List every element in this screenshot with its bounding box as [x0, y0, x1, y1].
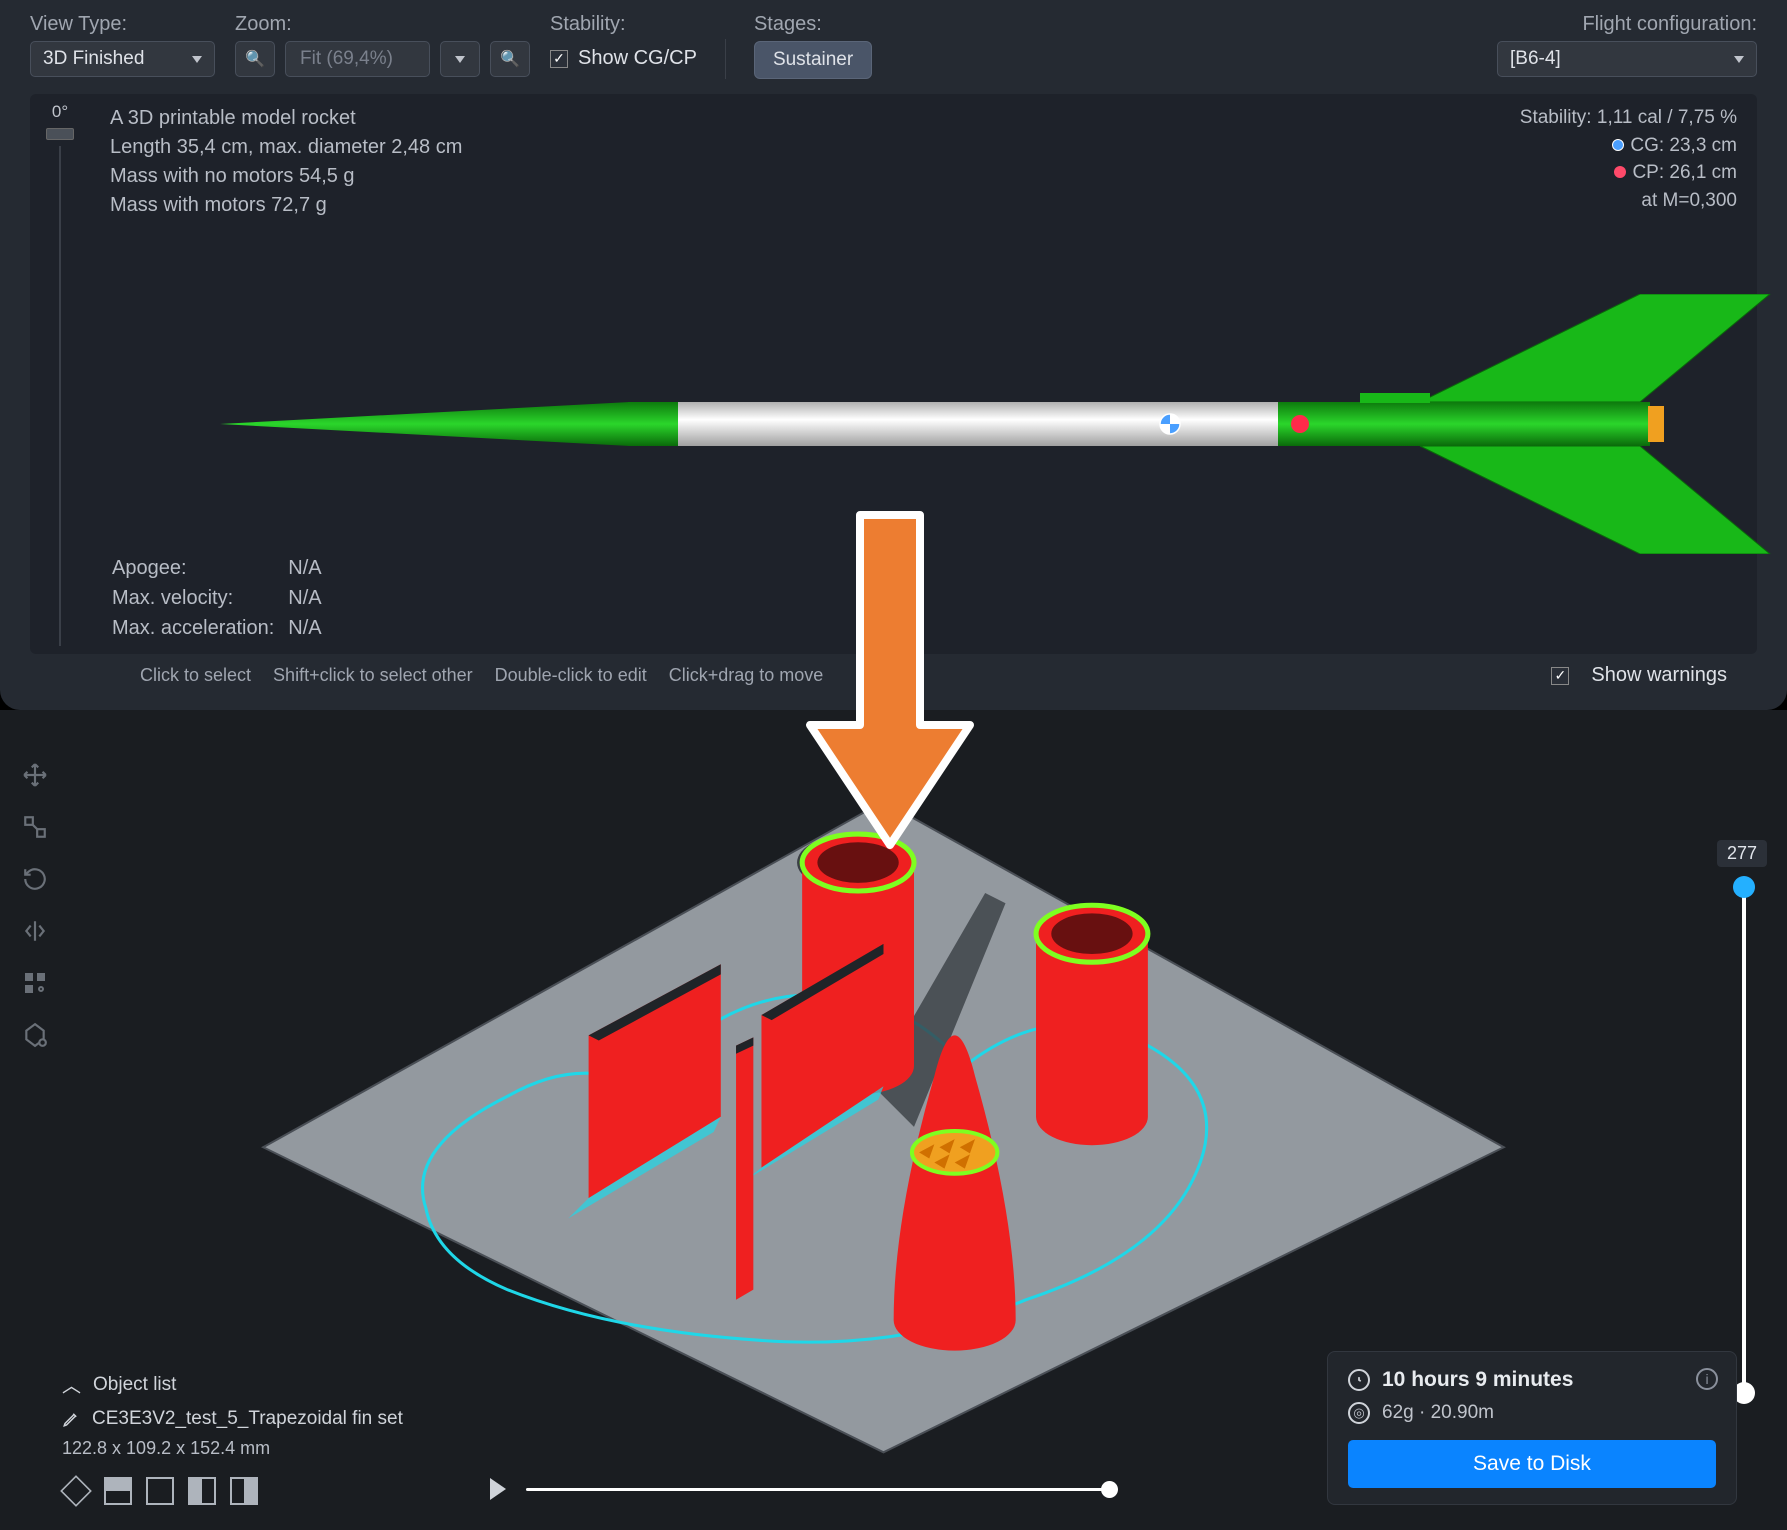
chevron-down-icon — [192, 56, 202, 63]
angle-slider[interactable]: 0° — [30, 94, 90, 654]
scale-tool-icon[interactable] — [20, 812, 50, 842]
mirror-tool-icon[interactable] — [20, 916, 50, 946]
play-button[interactable] — [490, 1478, 506, 1500]
toolbar: View Type: 3D Finished Zoom: 🔍 Fit (69,4… — [30, 8, 1757, 94]
layer-value: 277 — [1717, 840, 1767, 867]
timeline — [490, 1478, 1110, 1500]
clock-icon — [1348, 1369, 1370, 1391]
cg-marker-icon — [1612, 139, 1624, 151]
save-to-disk-button[interactable]: Save to Disk — [1348, 1440, 1716, 1488]
object-dimensions: 122.8 x 109.2 x 152.4 mm — [62, 1438, 403, 1459]
show-cgcp-label: Show CG/CP — [578, 47, 697, 70]
flight-config-dropdown[interactable]: [B6-4] — [1497, 41, 1757, 77]
zoom-dropdown-button[interactable] — [440, 41, 480, 77]
stability-info: Stability: 1,11 cal / 7,75 % CG: 23,3 cm… — [1520, 104, 1737, 214]
angle-thumb[interactable] — [46, 128, 74, 140]
hint-click: Click to select — [140, 665, 251, 686]
move-tool-icon[interactable] — [20, 760, 50, 790]
estimate-panel: i 10 hours 9 minutes ◎ 62g · 20.90m Save… — [1327, 1351, 1737, 1505]
show-warnings-label: Show warnings — [1591, 664, 1727, 687]
timeline-track[interactable] — [526, 1488, 1110, 1491]
pencil-icon — [62, 1410, 80, 1428]
view-front-icon[interactable] — [104, 1477, 132, 1505]
view-iso-icon[interactable] — [60, 1475, 92, 1507]
show-cgcp-checkbox[interactable]: ✓ — [550, 50, 568, 68]
chevron-up-icon: ︿ — [62, 1371, 81, 1398]
print-time: 10 hours 9 minutes — [1382, 1368, 1573, 1392]
view-top-icon[interactable] — [146, 1477, 174, 1505]
timeline-thumb[interactable] — [1101, 1481, 1118, 1498]
zoom-in-button[interactable]: 🔍 — [490, 41, 530, 77]
filament-icon: ◎ — [1348, 1402, 1370, 1424]
object-list-toggle[interactable]: ︿ Object list — [62, 1371, 403, 1398]
show-warnings-checkbox[interactable]: ✓ — [1551, 667, 1569, 685]
hint-shift: Shift+click to select other — [273, 665, 473, 686]
object-panel: ︿ Object list CE3E3V2_test_5_Trapezoidal… — [62, 1371, 403, 1505]
zoom-label: Zoom: — [235, 13, 530, 36]
view-left-icon[interactable] — [188, 1477, 216, 1505]
chevron-down-icon — [1734, 56, 1744, 63]
hint-dbl: Double-click to edit — [495, 665, 647, 686]
info-icon[interactable]: i — [1696, 1368, 1718, 1390]
layer-thumb-top[interactable] — [1733, 876, 1755, 898]
object-row[interactable]: CE3E3V2_test_5_Trapezoidal fin set — [62, 1408, 403, 1430]
zoom-out-button[interactable]: 🔍 — [235, 41, 275, 77]
zoom-fit-field[interactable]: Fit (69,4%) — [285, 41, 430, 77]
flight-config-label: Flight configuration: — [1582, 13, 1757, 36]
view-type-label: View Type: — [30, 13, 215, 36]
mesh-tool-icon[interactable] — [20, 968, 50, 998]
view-right-icon[interactable] — [230, 1477, 258, 1505]
cp-marker-icon — [1614, 166, 1626, 178]
sustainer-stage-button[interactable]: Sustainer — [754, 41, 872, 79]
support-tool-icon[interactable] — [20, 1020, 50, 1050]
material-use: 62g · 20.90m — [1382, 1402, 1494, 1424]
stages-label: Stages: — [754, 13, 872, 36]
view-type-dropdown[interactable]: 3D Finished — [30, 41, 215, 77]
view-icons — [62, 1477, 403, 1505]
flight-stats: Apogee:N/A Max. velocity:N/A Max. accele… — [110, 552, 324, 644]
stability-label: Stability: — [550, 13, 697, 36]
arrow-icon — [790, 505, 990, 865]
left-toolbar — [10, 760, 60, 1050]
rotate-tool-icon[interactable] — [20, 864, 50, 894]
layer-slider[interactable]: 277 — [1729, 880, 1759, 1400]
rocket-info: A 3D printable model rocket Length 35,4 … — [110, 104, 1737, 220]
divider — [725, 39, 726, 79]
angle-value: 0° — [52, 102, 68, 122]
